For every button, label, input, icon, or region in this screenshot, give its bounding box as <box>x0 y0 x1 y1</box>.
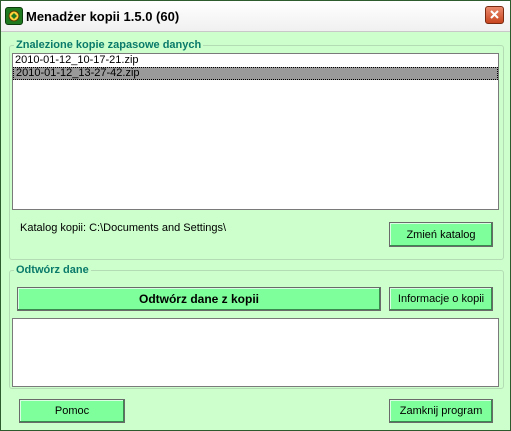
list-item-selected[interactable]: 2010-01-12_13-27-42.zip <box>13 67 498 80</box>
restore-from-backup-button[interactable]: Odtwórz dane z kopii <box>17 287 381 311</box>
help-button[interactable]: Pomoc <box>19 399 125 423</box>
change-catalog-button[interactable]: Zmień katalog <box>389 222 493 247</box>
close-icon <box>490 10 499 19</box>
app-icon <box>5 7 23 25</box>
restore-group-legend: Odtwórz dane <box>16 264 89 276</box>
backups-group-legend: Znalezione kopie zapasowe danych <box>16 39 202 51</box>
backup-list[interactable]: 2010-01-12_10-17-21.zip 2010-01-12_13-27… <box>12 53 499 210</box>
close-program-button[interactable]: Zamknij program <box>389 399 493 423</box>
window-title: Menadżer kopii 1.5.0 (60) <box>26 9 180 24</box>
app-window: Menadżer kopii 1.5.0 (60) Znalezione kop… <box>0 0 511 431</box>
title-bar[interactable]: Menadżer kopii 1.5.0 (60) <box>1 1 510 32</box>
catalog-path-label: Katalog kopii: C:\Documents and Settings… <box>20 222 227 234</box>
list-item[interactable]: 2010-01-12_10-17-21.zip <box>13 54 498 67</box>
close-window-button[interactable] <box>485 6 504 24</box>
restore-output-box[interactable] <box>12 318 499 387</box>
backup-info-button[interactable]: Informacje o kopii <box>389 287 493 311</box>
